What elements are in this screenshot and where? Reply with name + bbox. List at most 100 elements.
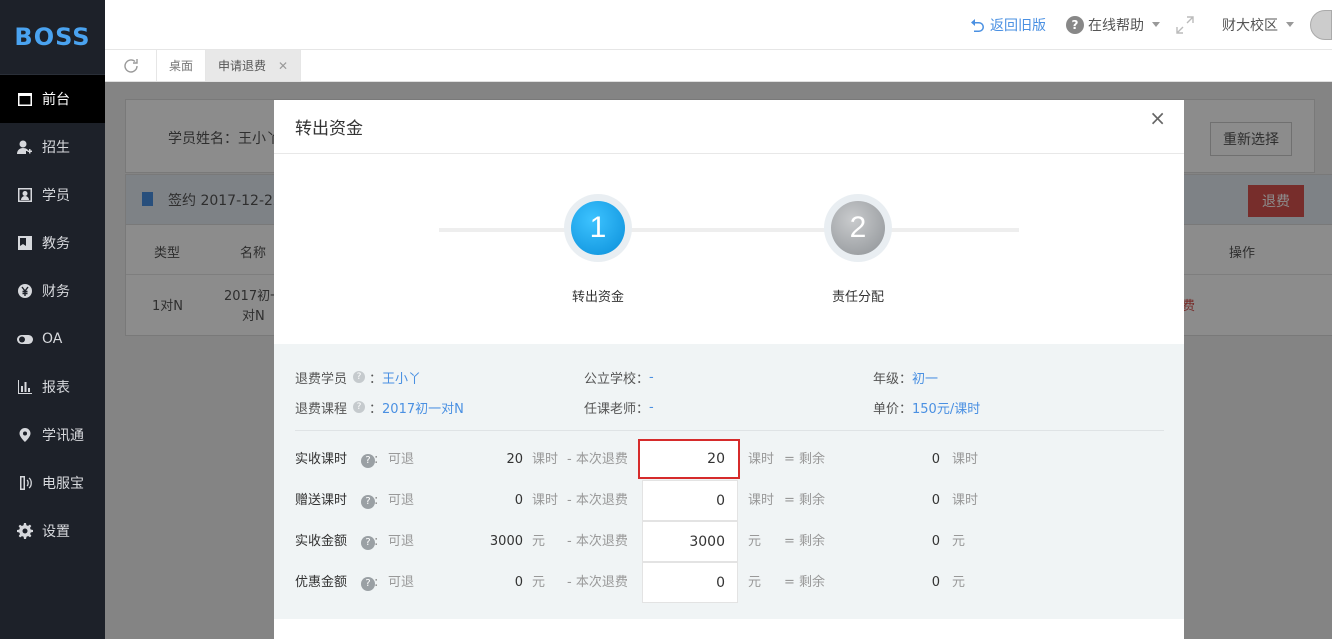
row-label: 实收课时 — [295, 452, 348, 467]
yen-icon — [16, 282, 34, 300]
sidebar-item-finance[interactable]: 财务 — [0, 267, 105, 315]
help-icon[interactable]: ? — [353, 401, 366, 413]
refund-course-label: 退费课程 — [295, 401, 348, 417]
tab-bar: 桌面 申请退费 ✕ — [105, 50, 1332, 82]
close-icon[interactable]: ✕ — [278, 59, 288, 73]
refresh-button[interactable] — [105, 50, 157, 81]
help-icon[interactable]: ? — [361, 454, 375, 468]
chevron-down-icon — [1152, 22, 1160, 27]
refresh-icon — [123, 58, 138, 73]
help-icon[interactable]: ? — [361, 536, 375, 550]
close-icon[interactable]: × — [1149, 106, 1166, 130]
step-indicator: 1 转出资金 2 责任分配 — [274, 154, 1184, 344]
remaining-label: = 剩余 — [784, 575, 826, 590]
refund-student-value[interactable]: 王小丫 — [382, 368, 421, 387]
user-add-icon — [16, 138, 34, 156]
location-icon — [16, 426, 34, 444]
refundable-label: 可退 — [388, 534, 415, 549]
remaining-label: = 剩余 — [784, 452, 826, 467]
unit-label: 课时 — [532, 493, 559, 508]
help-icon[interactable]: ? — [361, 495, 375, 509]
transfer-funds-modal: 转出资金 × 1 转出资金 2 责任分配 退费学员 ?： 王小丫 公立学校： -… — [274, 100, 1184, 639]
remaining-value: 0 — [931, 534, 940, 549]
unit-label: 课时 — [952, 452, 979, 467]
this-refund-label: - 本次退费 — [567, 534, 628, 549]
back-to-old-version-link[interactable]: 返回旧版 — [970, 15, 1046, 35]
phone-icon — [16, 474, 34, 492]
sidebar-item-label: 前台 — [42, 92, 70, 108]
sidebar-item-oa[interactable]: OA — [0, 315, 105, 363]
help-icon[interactable]: ? — [361, 577, 375, 591]
teacher-label: 任课老师： — [584, 401, 650, 417]
sidebar-item-label: 财务 — [42, 284, 70, 300]
unit-label: 课时 — [532, 452, 559, 467]
paid-amount-refund-input[interactable]: 3000 — [642, 521, 738, 562]
discount-amount-refund-input[interactable]: 0 — [642, 562, 738, 603]
refund-course-value[interactable]: 2017初一对N — [382, 398, 464, 417]
sidebar-item-label: 教务 — [42, 236, 70, 252]
book-icon — [16, 234, 34, 252]
refundable-value: 0 — [514, 575, 523, 590]
sidebar-item-label: 设置 — [42, 524, 70, 540]
gear-icon — [16, 522, 34, 540]
step-1-label: 转出资金 — [571, 290, 624, 305]
help-icon: ? — [1066, 15, 1084, 34]
refundable-value: 0 — [514, 493, 523, 508]
refund-row-paid-amount: 实收金额 ? : 可退 3000 元 - 本次退费 3000 元 = 剩余 0 … — [295, 521, 1163, 562]
remaining-value: 0 — [931, 575, 940, 590]
app-logo: BOSS — [0, 0, 105, 75]
tab-desktop[interactable]: 桌面 — [157, 50, 207, 81]
sidebar-item-label: 学讯通 — [42, 428, 84, 444]
public-school-label: 公立学校： — [584, 371, 650, 387]
sidebar-item-academic[interactable]: 教务 — [0, 219, 105, 267]
top-bar: 返回旧版 ? 在线帮助 财大校区 — [105, 0, 1332, 50]
campus-dropdown[interactable]: 财大校区 — [1222, 15, 1294, 35]
refund-info-panel: 退费学员 ?： 王小丫 公立学校： - 年级： 初一 退费课程 ?： 2017初… — [274, 344, 1184, 619]
sidebar-item-settings[interactable]: 设置 — [0, 507, 105, 555]
sidebar-item-students[interactable]: 学员 — [0, 171, 105, 219]
this-refund-label: - 本次退费 — [567, 452, 628, 467]
avatar[interactable] — [1310, 9, 1332, 40]
sidebar: BOSS 前台 招生 学员 教务 财务 OA 报表 学讯通 电服宝 设置 — [0, 0, 105, 639]
modal-title: 转出资金 — [295, 119, 363, 139]
sidebar-item-reports[interactable]: 报表 — [0, 363, 105, 411]
step-1: 1 转出资金 — [538, 194, 658, 305]
public-school-value: - — [649, 369, 654, 385]
step-2-label: 责任分配 — [831, 290, 884, 305]
sidebar-item-xuexuntong[interactable]: 学讯通 — [0, 411, 105, 459]
undo-icon — [971, 18, 984, 32]
sidebar-item-label: OA — [42, 331, 63, 347]
help-icon[interactable]: ? — [353, 371, 366, 383]
row-label: 实收金额 — [295, 534, 348, 549]
paid-hours-refund-input[interactable]: 20 — [638, 439, 740, 479]
fullscreen-icon[interactable] — [1176, 15, 1194, 34]
unit-label: 课时 — [952, 493, 979, 508]
online-help-dropdown[interactable]: ? 在线帮助 — [1066, 15, 1160, 35]
step-1-number: 1 — [571, 201, 625, 255]
sidebar-item-frontdesk[interactable]: 前台 — [0, 75, 105, 123]
unit-price-value: 150元/课时 — [912, 401, 981, 417]
row-label: 优惠金额 — [295, 575, 348, 590]
calendar-icon — [16, 90, 34, 108]
step-2: 2 责任分配 — [798, 194, 918, 305]
tab-apply-refund[interactable]: 申请退费 ✕ — [206, 50, 302, 81]
gift-hours-refund-input[interactable]: 0 — [642, 480, 738, 521]
remaining-label: = 剩余 — [784, 493, 826, 508]
sidebar-item-enroll[interactable]: 招生 — [0, 123, 105, 171]
refundable-label: 可退 — [388, 575, 415, 590]
divider — [295, 430, 1164, 431]
student-icon — [16, 186, 34, 204]
refund-row-paid-hours: 6 实收课时 ? : 可退 20 课时 - 本次退费 20 课时 = 剩余 0 … — [295, 439, 1163, 480]
refund-row-discount-amount: 优惠金额 ? : 可退 0 元 - 本次退费 0 元 = 剩余 0 元 — [295, 562, 1163, 603]
toggle-icon — [16, 330, 34, 348]
sidebar-item-label: 报表 — [42, 380, 70, 396]
sidebar-item-dianfubao[interactable]: 电服宝 — [0, 459, 105, 507]
unit-label: 元 — [952, 534, 966, 549]
refundable-label: 可退 — [388, 452, 415, 467]
unit-price-label: 单价： — [873, 401, 913, 417]
step-connector — [439, 228, 1019, 232]
unit-label: 课时 — [748, 493, 775, 508]
unit-label: 元 — [952, 575, 966, 590]
chevron-down-icon — [1286, 22, 1294, 27]
row-label: 赠送课时 — [295, 493, 348, 508]
